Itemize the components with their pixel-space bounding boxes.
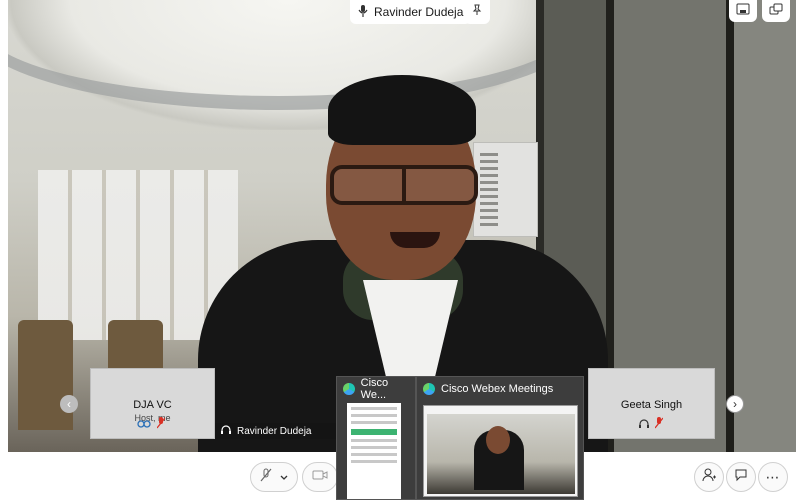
thumbnail-preview — [423, 405, 578, 497]
taskbar-thumbnail-1[interactable]: Cisco We... — [336, 376, 416, 500]
speaker-hair — [328, 75, 476, 145]
speaker-tile-label: Ravinder Dudeja — [215, 423, 339, 439]
participants-icon — [702, 468, 716, 487]
headset-icon — [639, 416, 649, 434]
participant-status-icons — [639, 416, 664, 434]
webex-logo-icon — [343, 383, 355, 395]
popout-button[interactable] — [762, 0, 790, 22]
speaker-tile-name: Ravinder Dudeja — [237, 425, 312, 437]
mic-muted-icon — [260, 468, 272, 487]
connection-icon — [137, 416, 151, 434]
thumbnail-title: Cisco Webex Meetings — [441, 383, 554, 395]
popout-icon — [769, 2, 783, 20]
mic-muted-icon — [654, 416, 664, 434]
thumbnail-title: Cisco We... — [360, 377, 389, 401]
pin-icon — [471, 3, 483, 21]
headset-icon — [221, 424, 231, 438]
active-speaker-name: Ravinder Dudeja — [374, 5, 464, 19]
mute-button[interactable] — [250, 462, 298, 492]
chevron-left-icon: ‹ — [67, 397, 71, 411]
background-chair — [18, 320, 73, 430]
speaker-glasses — [330, 165, 478, 205]
webex-logo-icon — [423, 383, 435, 395]
layout-icon — [736, 2, 750, 20]
background-ac-unit — [473, 142, 538, 237]
next-participants-button[interactable]: › — [726, 395, 744, 413]
thumbnail-preview — [347, 403, 401, 499]
chat-icon — [734, 468, 748, 487]
more-icon: ⋯ — [765, 468, 781, 485]
participant-tile-dja-vc[interactable]: DJA VC Host, me — [90, 368, 215, 439]
video-button[interactable] — [302, 462, 338, 492]
video-icon — [312, 468, 328, 486]
mic-icon — [358, 4, 368, 20]
chat-button[interactable] — [726, 462, 756, 492]
participant-name: DJA VC — [133, 399, 172, 411]
participant-status-icons — [137, 416, 166, 434]
prev-participants-button[interactable]: ‹ — [60, 395, 78, 413]
chevron-down-icon[interactable] — [280, 468, 288, 486]
participants-button[interactable] — [694, 462, 724, 492]
mic-muted-icon — [156, 416, 166, 434]
active-speaker-label: Ravinder Dudeja — [350, 0, 472, 24]
chevron-right-icon: › — [733, 397, 737, 411]
participant-tile-geeta-singh[interactable]: Geeta Singh — [588, 368, 715, 439]
participant-name: Geeta Singh — [620, 399, 683, 411]
pin-button[interactable] — [464, 0, 490, 24]
taskbar-thumbnail-2[interactable]: Cisco Webex Meetings — [416, 376, 584, 500]
layout-button[interactable] — [729, 0, 757, 22]
more-button[interactable]: ⋯ — [758, 462, 788, 492]
